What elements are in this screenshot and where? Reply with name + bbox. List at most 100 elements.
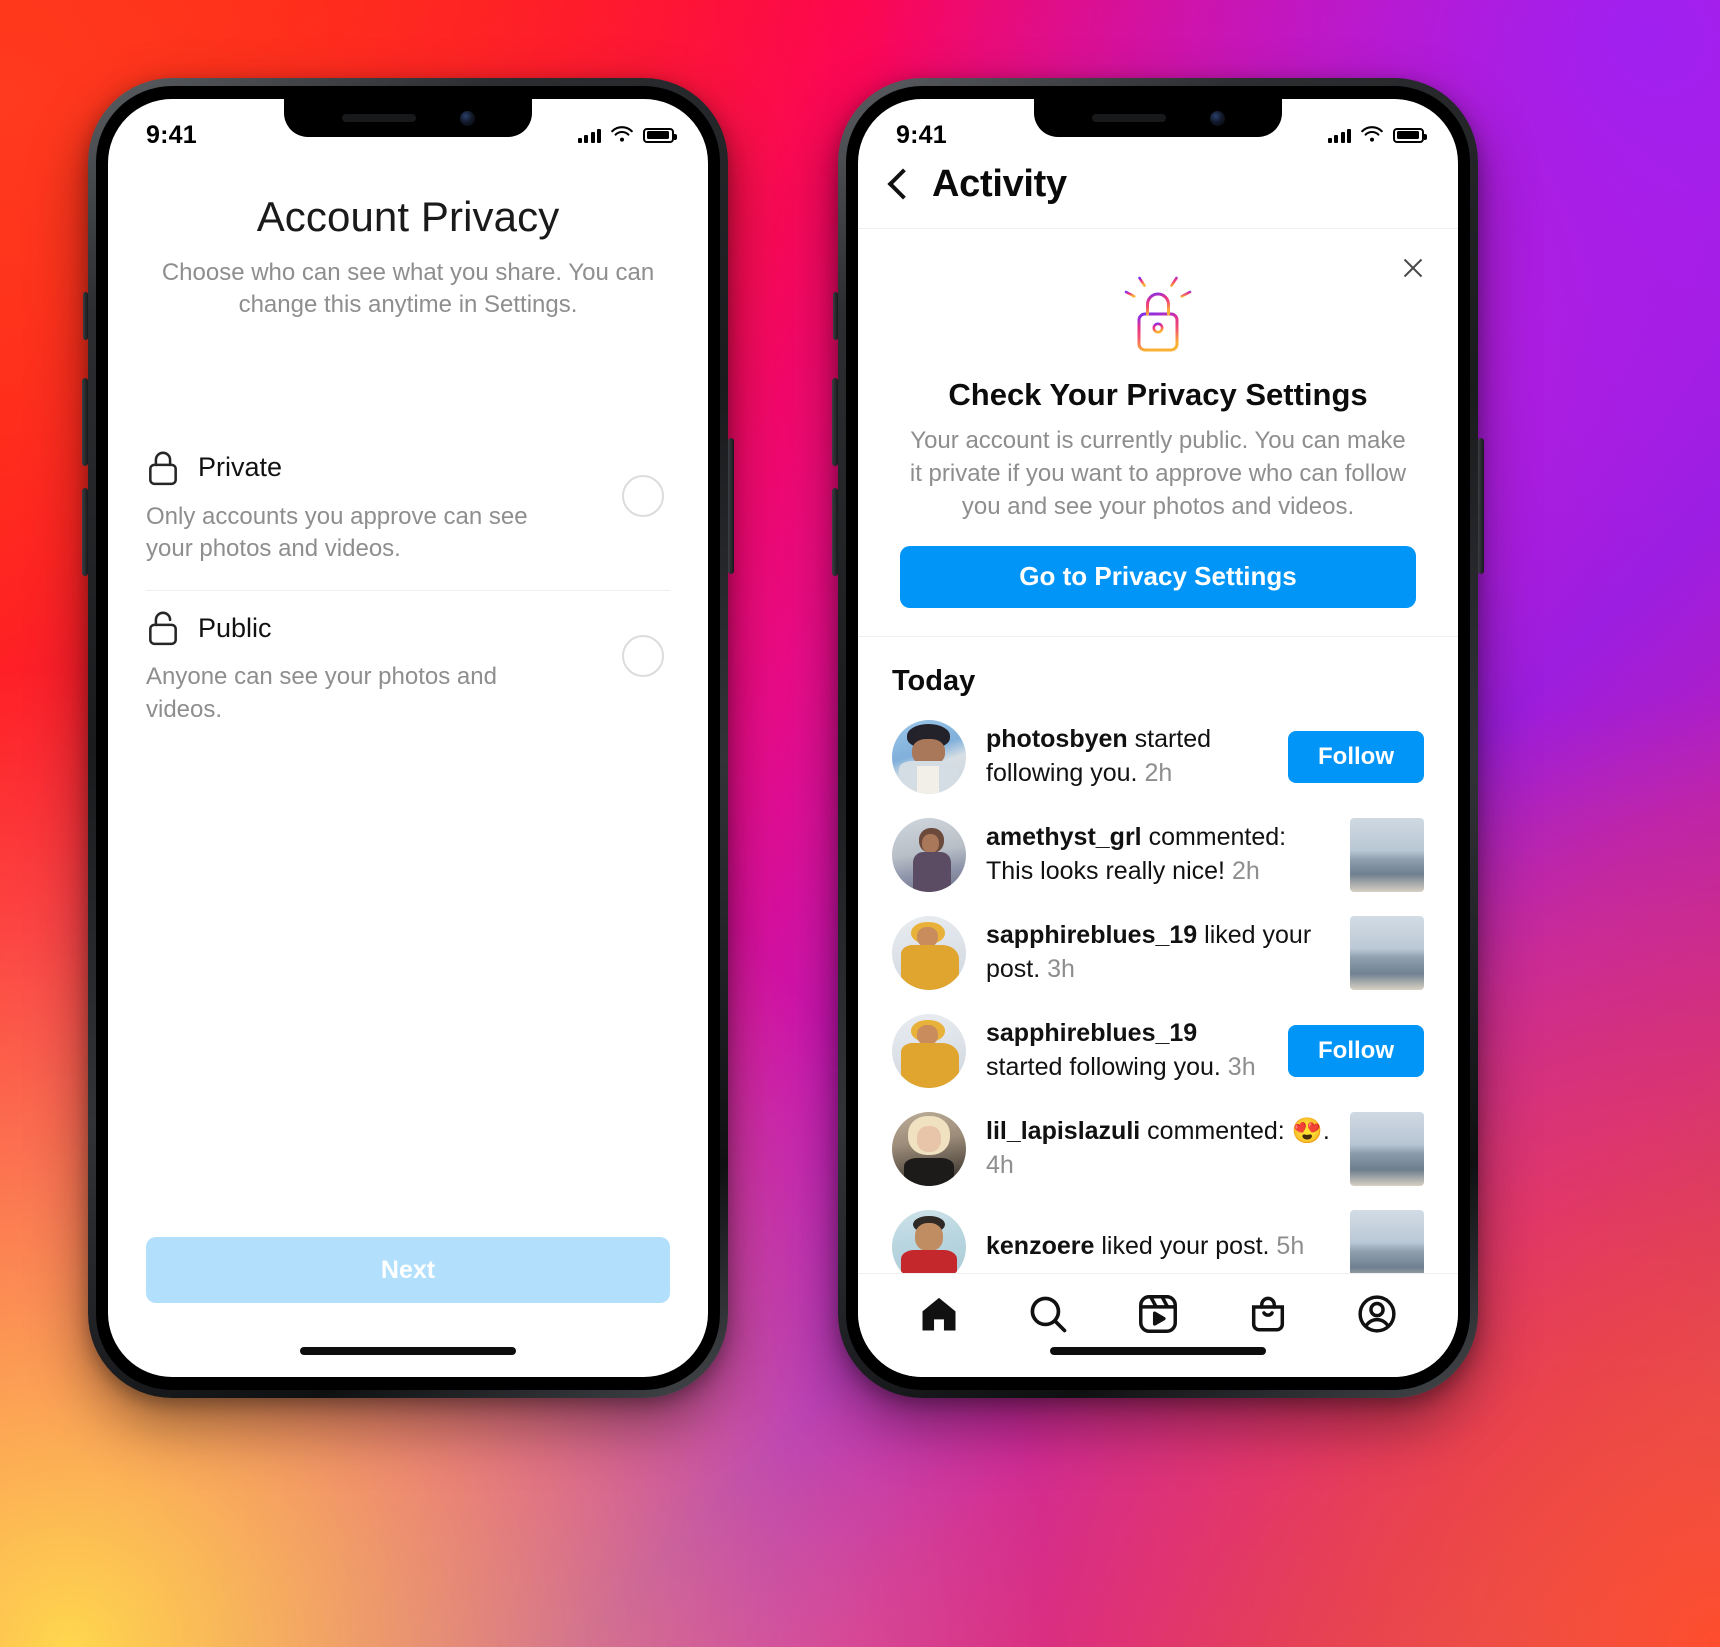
notch-right [1034, 99, 1282, 137]
power-button[interactable] [728, 438, 734, 574]
cellular-bars-icon [577, 127, 601, 143]
phone-device-left: 9:41 Account Privacy Choose who can see … [82, 78, 734, 1398]
activity-action: liked your post. [1094, 1231, 1277, 1260]
page-title-activity: Activity [932, 163, 1067, 205]
go-to-privacy-settings-button[interactable]: Go to Privacy Settings [900, 545, 1416, 608]
front-camera [459, 110, 475, 126]
mute-switch-right[interactable] [833, 292, 838, 340]
volume-down-button-right[interactable] [832, 488, 838, 576]
privacy-card-body: Your account is currently public. You ca… [909, 427, 1407, 520]
shop-icon[interactable] [1245, 1291, 1291, 1337]
privacy-settings-card: Check Your Privacy Settings Your account… [858, 229, 1458, 637]
home-indicator[interactable] [300, 1347, 516, 1355]
lock-open-icon [149, 611, 177, 646]
follow-button[interactable]: Follow [1288, 1024, 1424, 1077]
activity-username[interactable]: amethyst_grl [986, 823, 1142, 851]
avatar[interactable] [892, 719, 966, 794]
post-thumbnail[interactable] [1350, 1111, 1424, 1186]
volume-up-button-right[interactable] [832, 378, 838, 466]
activity-text: photosbyen started following you. 2h [986, 723, 1268, 790]
post-thumbnail[interactable] [1350, 915, 1424, 990]
chevron-left-icon[interactable] [887, 167, 919, 200]
follow-button[interactable]: Follow [1288, 730, 1424, 783]
avatar[interactable] [892, 1013, 966, 1088]
battery-icon [643, 127, 677, 143]
account-privacy-screen: Account Privacy Choose who can see what … [108, 193, 708, 750]
radio-public[interactable] [622, 635, 664, 678]
list-item[interactable]: sapphireblues_19 liked your post. 3h [858, 904, 1458, 1002]
option-private[interactable]: Private Only accounts you approve can se… [146, 431, 670, 592]
activity-time: 2h [1231, 856, 1260, 885]
screen-right: 9:41 Activity Check Your Privacy Setting… [858, 99, 1458, 1377]
phone-bezel-right: 9:41 Activity Check Your Privacy Setting… [846, 86, 1470, 1390]
activity-time: 3h [1227, 1052, 1256, 1081]
phone-bezel-left: 9:41 Account Privacy Choose who can see … [96, 86, 720, 1390]
volume-down-button[interactable] [82, 488, 88, 576]
status-icons [577, 126, 677, 144]
activity-text: amethyst_grl commented: This looks reall… [986, 821, 1330, 888]
option-public-label: Public [198, 612, 272, 643]
activity-username[interactable]: photosbyen [986, 725, 1128, 753]
activity-text: sapphireblues_19 liked your post. 3h [986, 919, 1330, 986]
activity-username[interactable]: sapphireblues_19 [986, 1019, 1197, 1047]
home-indicator-right[interactable] [1050, 1347, 1266, 1355]
privacy-options-list: Private Only accounts you approve can se… [146, 431, 670, 751]
list-item[interactable]: amethyst_grl commented: This looks reall… [858, 806, 1458, 904]
earpiece-speaker [341, 114, 416, 122]
close-icon[interactable] [1400, 255, 1426, 281]
activity-time: 4h [986, 1150, 1014, 1179]
bottom-tab-bar [858, 1273, 1458, 1377]
activity-time: 2h [1144, 758, 1173, 787]
next-button[interactable]: Next [146, 1237, 670, 1303]
notch-left [284, 99, 532, 137]
activity-username[interactable]: kenzoere [986, 1232, 1094, 1260]
radio-private[interactable] [622, 474, 664, 517]
activity-username[interactable]: sapphireblues_19 [986, 921, 1197, 949]
status-time-right: 9:41 [896, 120, 947, 149]
mute-switch[interactable] [83, 292, 88, 340]
option-public-header: Public [146, 609, 670, 647]
battery-icon [1393, 127, 1427, 143]
lock-gradient-icon [900, 267, 1416, 361]
wifi-icon [1361, 126, 1383, 142]
lock-closed-icon [149, 451, 177, 485]
page-subtitle: Choose who can see what you share. You c… [161, 259, 655, 318]
option-private-description: Only accounts you approve can see your p… [146, 502, 528, 563]
power-button-right[interactable] [1478, 438, 1484, 574]
profile-icon[interactable] [1354, 1291, 1400, 1337]
avatar[interactable] [892, 817, 966, 892]
search-icon[interactable] [1025, 1291, 1071, 1337]
activity-action: started following you. [986, 1052, 1228, 1081]
activity-header: Activity [858, 157, 1458, 229]
option-public[interactable]: Public Anyone can see your photos and vi… [146, 591, 670, 750]
option-public-description: Anyone can see your photos and videos. [146, 663, 497, 723]
reels-icon[interactable] [1135, 1291, 1181, 1337]
list-item[interactable]: lil_lapislazuli commented: 😍. 4h [858, 1100, 1458, 1198]
phone-device-right: 9:41 Activity Check Your Privacy Setting… [832, 78, 1484, 1398]
front-camera-right [1209, 110, 1225, 126]
activity-time: 5h [1276, 1231, 1305, 1260]
screen-left: 9:41 Account Privacy Choose who can see … [108, 99, 708, 1377]
activity-list: photosbyen started following you. 2h Fol… [858, 708, 1458, 1296]
status-time: 9:41 [146, 120, 197, 149]
volume-up-button[interactable] [82, 378, 88, 466]
list-item[interactable]: photosbyen started following you. 2h Fol… [858, 708, 1458, 806]
list-item[interactable]: sapphireblues_19 started following you. … [858, 1002, 1458, 1100]
status-icons-right [1327, 126, 1427, 144]
page-title: Account Privacy [256, 193, 560, 240]
activity-username[interactable]: lil_lapislazuli [986, 1117, 1140, 1145]
next-button-container: Next [108, 1237, 708, 1303]
cellular-bars-icon [1327, 127, 1351, 143]
post-thumbnail[interactable] [1350, 817, 1424, 892]
avatar[interactable] [892, 1111, 966, 1186]
activity-action: commented: 😍. [1140, 1117, 1330, 1146]
option-private-header: Private [146, 449, 670, 487]
wifi-icon [611, 126, 633, 142]
activity-text: kenzoere liked your post. 5h [986, 1230, 1330, 1264]
activity-text: lil_lapislazuli commented: 😍. 4h [986, 1115, 1330, 1182]
option-private-label: Private [198, 452, 283, 483]
section-label-today: Today [892, 664, 976, 697]
activity-text: sapphireblues_19 started following you. … [986, 1017, 1268, 1084]
home-icon[interactable] [916, 1291, 962, 1337]
avatar[interactable] [892, 915, 966, 990]
